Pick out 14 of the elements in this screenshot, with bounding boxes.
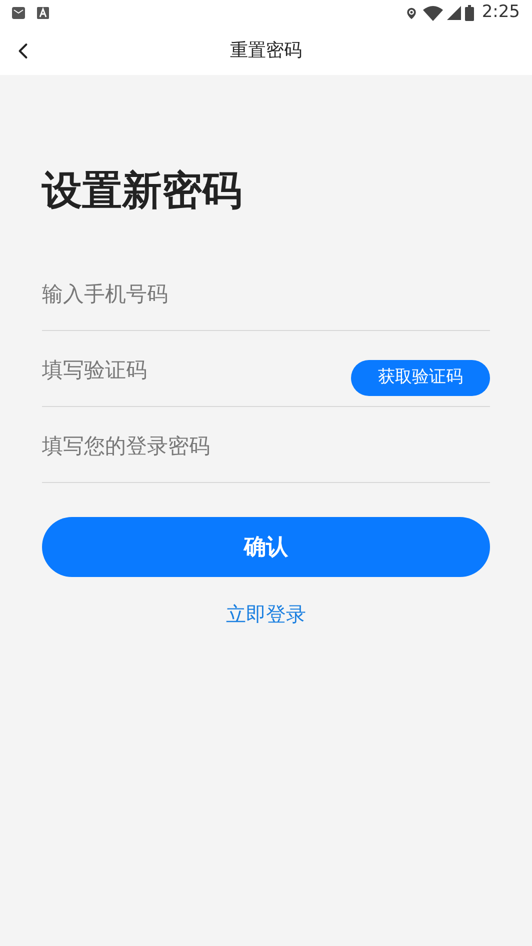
status-time: 2:25 — [482, 1, 520, 24]
battery-icon — [464, 5, 474, 21]
font-icon — [37, 7, 49, 19]
signal-icon — [446, 6, 461, 20]
page-title: 重置密码 — [230, 39, 302, 63]
confirm-button[interactable]: 确认 — [42, 517, 490, 577]
login-link[interactable]: 立即登录 — [226, 599, 306, 629]
input-field[interactable]: 填写验证码 — [42, 354, 351, 394]
wifi-icon — [422, 6, 443, 20]
mail-icon — [12, 7, 25, 19]
heading: 设置新密码 — [42, 167, 243, 216]
input-field[interactable]: 输入手机号码 — [42, 278, 490, 318]
input-field[interactable]: 填写您的登录密码 — [42, 430, 490, 470]
get-code-button[interactable]: 获取验证码 — [351, 360, 490, 396]
